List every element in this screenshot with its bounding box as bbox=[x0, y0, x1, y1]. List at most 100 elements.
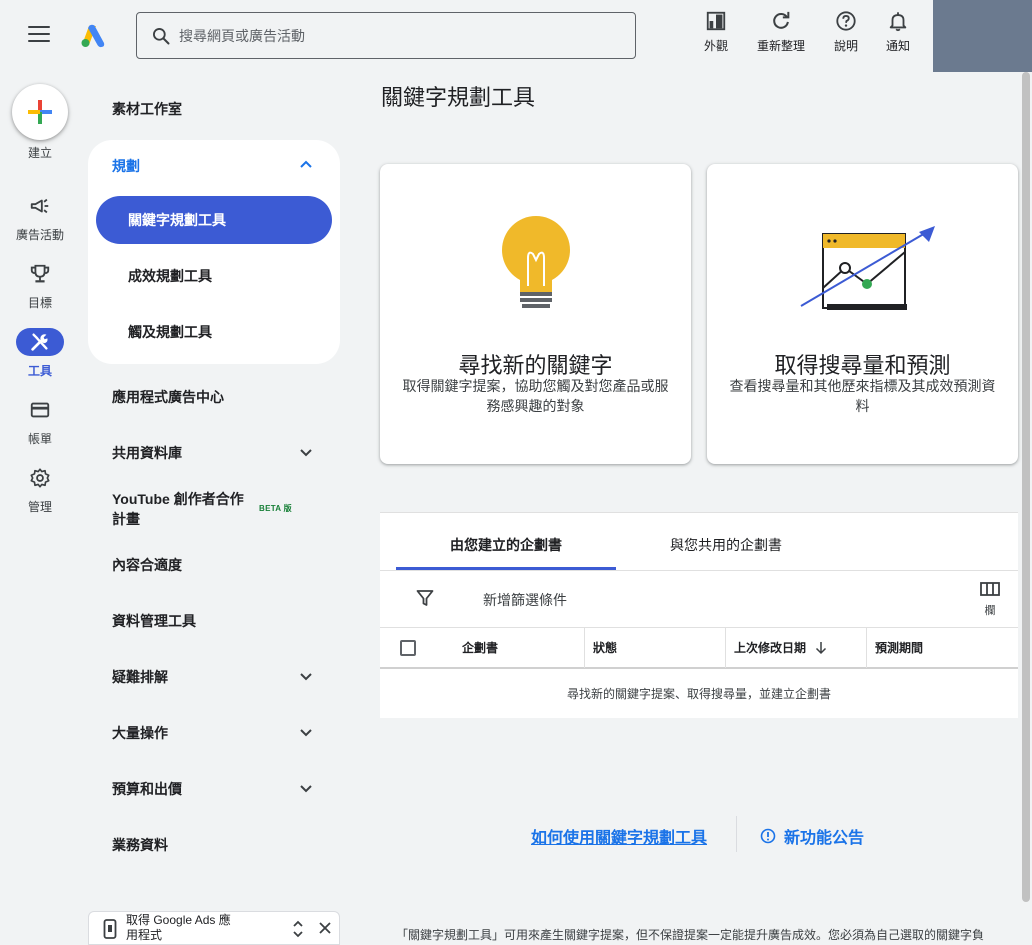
rail-label-billing: 帳單 bbox=[27, 432, 52, 446]
rail-label-campaigns: 廣告活動 bbox=[15, 228, 64, 242]
rail-item-goals[interactable]: 目標 bbox=[0, 260, 80, 320]
how-to-use-link[interactable]: 如何使用關鍵字規劃工具 bbox=[531, 824, 707, 848]
nav-keyword-planner[interactable]: 關鍵字規劃工具 bbox=[96, 196, 332, 244]
disclaimer-text: 「關鍵字規劃工具」可用來產生關鍵字提案，但不保證提案一定能提升廣告成效。您必須為… bbox=[396, 928, 985, 942]
gear-icon bbox=[30, 468, 50, 488]
forecast-chart-icon bbox=[800, 226, 935, 310]
column-divider bbox=[584, 628, 585, 668]
nav-troubleshooting[interactable]: 疑難排解 bbox=[112, 667, 168, 687]
chevron-down-icon[interactable] bbox=[298, 725, 314, 741]
empty-state-message: 尋找新的關鍵字提案、取得搜尋量，並建立企劃書 bbox=[566, 687, 831, 701]
lightbulb-icon bbox=[502, 216, 570, 308]
rail-label-admin: 管理 bbox=[27, 500, 52, 514]
chevron-up-icon[interactable] bbox=[298, 156, 314, 172]
help-button[interactable]: 說明 bbox=[830, 10, 862, 56]
beta-badge: BETA 版 bbox=[259, 504, 292, 513]
rail-icon-wrap bbox=[16, 396, 64, 424]
rail-item-campaigns[interactable]: 廣告活動 bbox=[0, 192, 80, 252]
nav-performance-planner[interactable]: 成效規劃工具 bbox=[96, 252, 332, 300]
expand-icon[interactable] bbox=[292, 920, 304, 938]
scrollbar-thumb[interactable] bbox=[1022, 72, 1030, 902]
app-banner-text: 取得 Google Ads 應用程式 bbox=[126, 913, 231, 942]
card-search-volume[interactable]: 取得搜尋量和預測 查看搜尋量和其他歷來指標及其成效預測資料 bbox=[707, 164, 1018, 464]
notifications-button[interactable]: 通知 bbox=[882, 10, 914, 56]
tools-icon bbox=[31, 333, 48, 351]
create-button[interactable] bbox=[12, 84, 68, 140]
column-header-forecast-period[interactable]: 預測期間 bbox=[875, 628, 923, 668]
card-discover-description: 取得關鍵字提案，協助您觸及對您產品或服務感興趣的對象 bbox=[402, 378, 669, 414]
footer-divider bbox=[736, 816, 737, 852]
nav-planning-header[interactable]: 規劃 bbox=[112, 156, 140, 176]
phone-icon bbox=[103, 919, 117, 939]
rail-item-billing[interactable]: 帳單 bbox=[0, 396, 80, 456]
column-divider bbox=[866, 628, 867, 668]
select-all-checkbox[interactable] bbox=[400, 640, 416, 656]
column-header-status[interactable]: 狀態 bbox=[593, 628, 617, 668]
app-download-banner[interactable]: 取得 Google Ads 應用程式 bbox=[88, 911, 340, 945]
tab-shared-plans[interactable]: 與您共用的企劃書 bbox=[616, 513, 836, 570]
credit-card-icon bbox=[30, 402, 50, 418]
nav-planning-group: 規劃 關鍵字規劃工具 成效規劃工具 觸及規劃工具 bbox=[88, 140, 340, 364]
column-header-last-modified[interactable]: 上次修改日期 bbox=[734, 628, 806, 668]
google-ads-logo[interactable] bbox=[80, 24, 106, 48]
column-divider bbox=[725, 628, 726, 668]
card-forecast-description: 查看搜尋量和其他歷來指標及其成效預測資料 bbox=[729, 378, 996, 414]
help-icon bbox=[836, 11, 856, 31]
nav-asset-studio[interactable]: 素材工作室 bbox=[112, 99, 182, 119]
close-icon[interactable] bbox=[319, 922, 331, 934]
search-input[interactable] bbox=[179, 27, 599, 44]
column-header-plan[interactable]: 企劃書 bbox=[462, 628, 498, 668]
chevron-down-icon[interactable] bbox=[298, 781, 314, 797]
refresh-label: 重新整理 bbox=[756, 39, 805, 53]
create-label: 建立 bbox=[27, 146, 52, 160]
columns-label: 欄 bbox=[984, 605, 996, 617]
search-icon bbox=[153, 27, 170, 44]
rail-label-goals: 目標 bbox=[27, 296, 52, 310]
rail-item-tools[interactable]: 工具 bbox=[0, 328, 80, 388]
search-box[interactable] bbox=[136, 12, 636, 59]
rail-item-admin[interactable]: 管理 bbox=[0, 464, 80, 524]
refresh-icon bbox=[773, 11, 790, 29]
chevron-down-icon[interactable] bbox=[298, 445, 314, 461]
bell-icon bbox=[889, 12, 907, 32]
add-filter-button[interactable]: 新增篩選條件 bbox=[483, 590, 567, 610]
nav-business-data[interactable]: 業務資料 bbox=[112, 835, 168, 855]
nav-app-ads-hub[interactable]: 應用程式廣告中心 bbox=[112, 387, 224, 407]
appearance-button[interactable]: 外觀 bbox=[700, 10, 732, 56]
appearance-icon bbox=[706, 11, 726, 31]
top-bar: 外觀 重新整理 說明 通知 bbox=[0, 0, 1032, 72]
nav-content-suitability[interactable]: 內容合適度 bbox=[112, 555, 182, 575]
megaphone-icon bbox=[30, 198, 49, 214]
table-header: 企劃書 狀態 上次修改日期 預測期間 bbox=[380, 627, 1018, 669]
info-icon bbox=[760, 828, 776, 844]
sort-descending-icon[interactable] bbox=[814, 641, 828, 655]
filter-icon[interactable] bbox=[416, 589, 434, 607]
plans-panel: 由您建立的企劃書 與您共用的企劃書 新增篩選條件 欄 企劃書 狀態 上次修改日期… bbox=[380, 512, 1018, 718]
tab-created-plans[interactable]: 由您建立的企劃書 bbox=[396, 513, 616, 570]
page-title: 關鍵字規劃工具 bbox=[381, 85, 536, 110]
chevron-down-icon[interactable] bbox=[298, 669, 314, 685]
columns-button[interactable]: 欄 bbox=[978, 581, 1002, 618]
plus-icon bbox=[28, 100, 52, 124]
whats-new-link[interactable]: 新功能公告 bbox=[760, 824, 864, 848]
nav-shared-library[interactable]: 共用資料庫 bbox=[112, 443, 182, 463]
rail-icon-wrap bbox=[16, 260, 64, 288]
rail-icon-wrap bbox=[16, 192, 64, 220]
account-avatar[interactable] bbox=[933, 0, 1032, 72]
page-scrollbar[interactable] bbox=[1020, 72, 1032, 945]
main-menu-icon[interactable] bbox=[28, 26, 50, 44]
refresh-button[interactable]: 重新整理 bbox=[752, 10, 810, 56]
nav-youtube-partnership[interactable]: YouTube 創作者合作計畫 bbox=[112, 489, 252, 529]
trophy-icon bbox=[30, 264, 50, 283]
nav-reach-planner[interactable]: 觸及規劃工具 bbox=[96, 308, 332, 356]
notifications-label: 通知 bbox=[885, 39, 910, 53]
help-label: 說明 bbox=[833, 39, 858, 53]
nav-data-manager[interactable]: 資料管理工具 bbox=[112, 611, 196, 631]
nav-budgets-bidding[interactable]: 預算和出價 bbox=[112, 779, 182, 799]
rail-icon-wrap bbox=[16, 328, 64, 356]
nav-bulk-actions[interactable]: 大量操作 bbox=[112, 723, 168, 743]
card-discover-keywords[interactable]: 尋找新的關鍵字 取得關鍵字提案，協助您觸及對您產品或服務感興趣的對象 bbox=[380, 164, 691, 464]
whats-new-label: 新功能公告 bbox=[784, 830, 865, 847]
filter-bar: 新增篩選條件 欄 bbox=[380, 570, 1018, 627]
appearance-label: 外觀 bbox=[703, 39, 728, 53]
